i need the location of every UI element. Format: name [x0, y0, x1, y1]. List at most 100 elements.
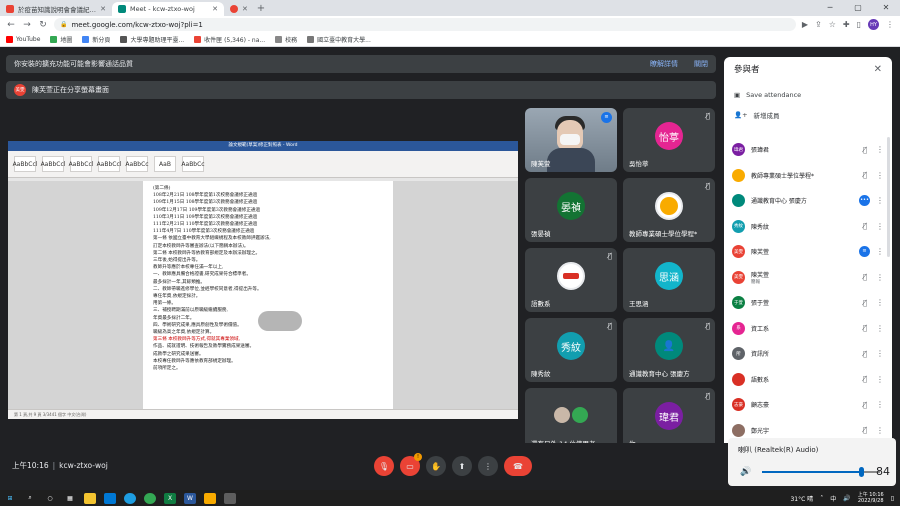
more-options-button[interactable]: ⋮ [478, 456, 498, 476]
more-options-icon[interactable]: ⋮ [876, 196, 884, 205]
more-options-icon[interactable]: ⋮ [876, 222, 884, 231]
close-icon[interactable]: ✕ [874, 64, 882, 75]
tray-overflow-icon[interactable]: ˄ [820, 495, 823, 502]
chrome-icon[interactable] [144, 492, 156, 504]
mic-off-icon[interactable]: 🎙̸ [860, 222, 870, 230]
more-options-icon[interactable]: ⋮ [876, 247, 884, 256]
file-explorer-icon[interactable] [84, 492, 96, 504]
participant-row[interactable]: 教師專業碩士學位學程* 🎙̸ ⋮ [724, 163, 892, 189]
maximize-icon[interactable]: ▢ [844, 0, 872, 16]
participant-row[interactable]: 所資訊所 🎙̸ ⋮ [724, 341, 892, 367]
bookmark-school[interactable]: 校務 [275, 35, 297, 44]
bookmark-gmail[interactable]: 收件匣 (5,346) - na... [194, 35, 265, 44]
forward-icon[interactable]: → [22, 20, 32, 30]
close-icon[interactable]: ✕ [242, 5, 248, 13]
window-close-icon[interactable]: ✕ [872, 0, 900, 16]
participant-row[interactable]: 志豪 顧志豪 🎙̸ ⋮ [724, 392, 892, 418]
browser-tab-1[interactable]: 於疫苗知識說明會會議紀錄 - ce ✕ [0, 2, 112, 16]
minimize-icon[interactable]: ─ [816, 0, 844, 16]
browser-tab-2[interactable]: Meet - kcw-ztxo-woj ✕ [112, 2, 224, 16]
more-options-icon[interactable]: ⋮ [876, 375, 884, 384]
tile-participant[interactable]: 🎙̸ 語數系 [525, 248, 617, 312]
tile-participant[interactable]: 秀紋 🎙̸ 陳秀紋 [525, 318, 617, 382]
tile-participant[interactable]: 思涵 王思涵 [623, 248, 715, 312]
mic-off-icon[interactable]: 🎙̸ [860, 273, 870, 281]
more-options-icon[interactable]: ⋮ [876, 171, 884, 180]
menu-icon[interactable]: ⋮ [886, 20, 894, 29]
tile-presenter[interactable]: ≡ 陳芙萱 [525, 108, 617, 172]
mic-toggle-button[interactable]: 🎙 [374, 456, 394, 476]
profile-avatar[interactable]: HY [868, 19, 879, 30]
speaker-icon[interactable]: 🔊 [843, 495, 850, 502]
bookmark-newtab[interactable]: 新分頁 [82, 35, 110, 44]
bookmark-maps[interactable]: 地圖 [50, 35, 72, 44]
sidepanel-icon[interactable]: ▯ [857, 20, 861, 29]
panel-scrollbar[interactable] [887, 137, 890, 257]
star-icon[interactable]: ☆ [829, 20, 836, 29]
weather-text[interactable]: 31°C 晴 [790, 494, 813, 503]
camera-toggle-button[interactable]: ▭! [400, 453, 422, 476]
new-tab-button[interactable]: + [254, 2, 268, 16]
raise-hand-button[interactable]: ✋ [426, 456, 446, 476]
bookmark-platform[interactable]: 大學專題助理平臺... [120, 35, 184, 44]
bookmark-university[interactable]: 國立臺中教育大學... [307, 35, 371, 44]
browser-tab-3[interactable]: ✕ [224, 2, 254, 16]
add-people-button[interactable]: 👤+ 新增成員 [724, 105, 892, 125]
more-options-icon[interactable]: ⋮ [876, 349, 884, 358]
tile-participant[interactable]: 👤 🎙̸ 通識教育中心 張慶方 [623, 318, 715, 382]
mic-off-icon[interactable]: 🎙̸ [860, 426, 870, 434]
search-icon[interactable]: ⌕ [24, 493, 36, 504]
tile-participant[interactable]: 晏禎 張晏禎 [525, 178, 617, 242]
task-view-icon[interactable]: ○ [44, 493, 56, 504]
close-icon[interactable]: ✕ [100, 5, 106, 13]
more-options-icon[interactable]: ⋮ [876, 324, 884, 333]
participant-row[interactable]: 美雯 陳芙萱 ≡ ⋮ [724, 239, 892, 265]
url-input[interactable]: 🔒 meet.google.com/kcw-ztxo-woj?pli=1 [54, 18, 796, 31]
participant-row[interactable]: 系資工系 🎙̸ ⋮ [724, 316, 892, 342]
audio-device-name[interactable]: 喇叭 (Realtek(R) Audio) [738, 445, 818, 455]
volume-slider[interactable] [762, 467, 880, 477]
learn-more-link[interactable]: 瞭解詳情 [650, 59, 678, 69]
app-icon[interactable] [204, 492, 216, 504]
more-options-icon[interactable]: ⋮ [876, 298, 884, 307]
mic-off-icon[interactable]: 🎙̸ [860, 324, 870, 332]
mic-off-icon[interactable]: 🎙̸ [860, 146, 870, 154]
speaking-icon[interactable]: ≡ [859, 246, 870, 258]
tile-participant[interactable]: 怡葶 🎙̸ 吳怡葶 [623, 108, 715, 172]
word-icon[interactable]: W [184, 492, 196, 504]
dismiss-link[interactable]: 關閉 [694, 59, 708, 69]
camera-icon[interactable]: ▶ [802, 20, 808, 29]
mic-off-icon[interactable]: 🎙̸ [860, 171, 870, 179]
participant-row[interactable]: 瑋君 張瑋君 🎙̸ ⋮ [724, 137, 892, 163]
widgets-icon[interactable]: ▦ [64, 493, 76, 504]
share-icon[interactable]: ⇪ [815, 20, 822, 29]
mail-icon[interactable] [104, 492, 116, 504]
more-options-icon[interactable]: ⋮ [876, 426, 884, 435]
bookmark-youtube[interactable]: YouTube [6, 36, 40, 43]
participant-row[interactable]: 通識教育中心 張慶方 ••• ⋮ [724, 188, 892, 214]
speaker-icon[interactable]: 🔊 [740, 467, 751, 477]
shared-screen[interactable]: 論文規範(草案)修正對照表 - Word AaBbCcl AaBbCcl AaBbC… [8, 141, 518, 419]
mic-off-icon[interactable]: 🎙̸ [860, 401, 870, 409]
notification-icon[interactable]: ▯ [891, 495, 894, 502]
tile-participant[interactable]: 🎙̸ 教師專業碩士學位學程* [623, 178, 715, 242]
present-button[interactable]: ⬆ [452, 456, 472, 476]
more-options-icon[interactable]: ⋮ [876, 273, 884, 282]
participant-row[interactable]: 語數系 🎙̸ ⋮ [724, 367, 892, 393]
ime-indicator[interactable]: 中 [830, 494, 836, 503]
edge-icon[interactable] [124, 492, 136, 504]
close-icon[interactable]: ✕ [212, 5, 218, 13]
participant-row[interactable]: 秀紋 陳秀紋 🎙̸ ⋮ [724, 214, 892, 240]
save-attendance-button[interactable]: ▣ Save attendance [724, 85, 892, 105]
more-options-icon[interactable]: ⋮ [876, 145, 884, 154]
speaking-icon[interactable]: ••• [859, 195, 870, 207]
extension-icon[interactable]: ✚ [843, 20, 850, 29]
excel-icon[interactable]: X [164, 492, 176, 504]
store-icon[interactable] [224, 492, 236, 504]
back-icon[interactable]: ← [6, 20, 16, 30]
participant-row[interactable]: 美雯 陳芙萱 簡報 🎙̸ ⋮ [724, 265, 892, 291]
reload-icon[interactable]: ↻ [38, 20, 48, 30]
mic-off-icon[interactable]: 🎙̸ [860, 350, 870, 358]
mic-off-icon[interactable]: 🎙̸ [860, 299, 870, 307]
windows-start-icon[interactable]: ⊞ [4, 493, 16, 504]
